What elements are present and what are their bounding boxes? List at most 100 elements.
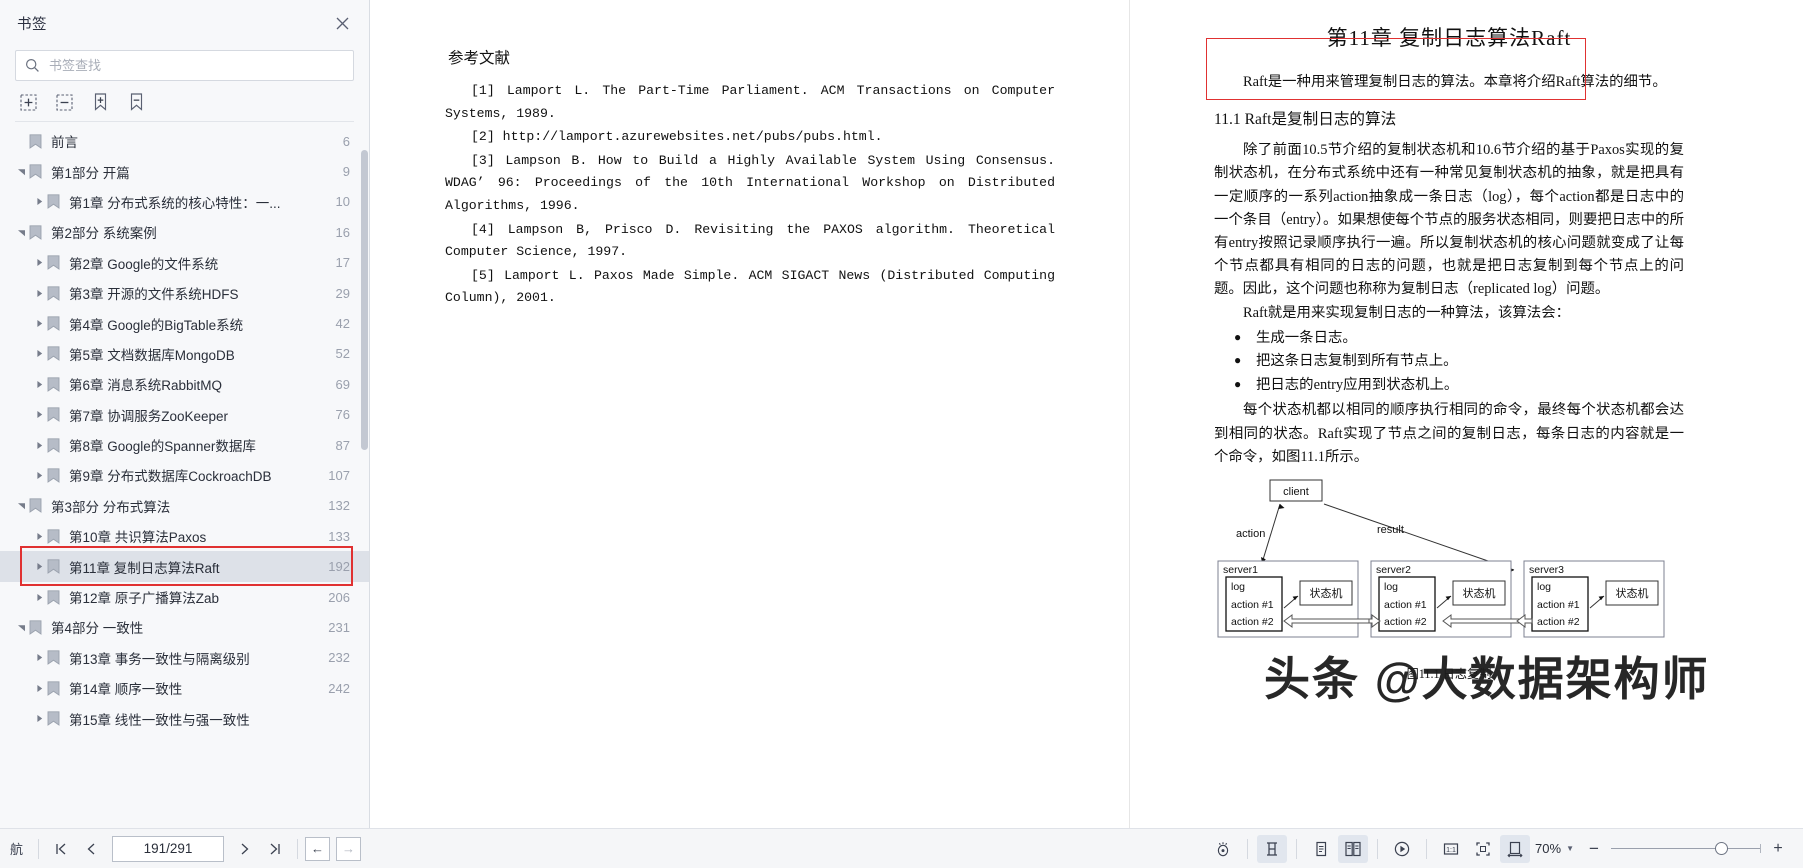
chevron-right-icon[interactable] (32, 289, 47, 298)
close-icon[interactable] (329, 10, 355, 36)
chevron-down-icon[interactable] (14, 501, 29, 510)
chevron-down-icon[interactable]: ▼ (1566, 844, 1574, 853)
zoom-level-value[interactable]: 70% (1535, 841, 1561, 856)
paragraph-3: 每个状态机都以相同的顺序执行相同的命令，最终每个状态机都会达到相同的状态。Raf… (1214, 402, 1684, 465)
chevron-right-icon[interactable] (32, 684, 47, 693)
collapse-all-button[interactable] (49, 88, 79, 116)
chevron-down-icon[interactable] (14, 623, 29, 632)
remove-bookmark-button[interactable] (121, 88, 151, 116)
bookmark-page-number: 42 (335, 316, 350, 332)
bookmark-item[interactable]: 前言 6 (0, 126, 369, 156)
chevron-right-icon[interactable] (32, 410, 47, 419)
play-slideshow-icon[interactable] (1387, 835, 1417, 863)
bookmark-item[interactable]: 第8章 Google的Spanner数据库 87 (0, 430, 369, 460)
actual-size-icon[interactable]: 1:1 (1436, 835, 1466, 863)
bookmark-page-number: 10 (335, 194, 350, 210)
zoom-in-button[interactable]: + (1767, 836, 1789, 862)
eye-protect-icon[interactable] (1208, 835, 1238, 863)
bookmark-icon (47, 468, 62, 483)
fit-height-icon[interactable] (1257, 834, 1288, 863)
bookmark-icon (47, 650, 62, 666)
bookmark-item[interactable]: 第10章 共识算法Paxos 133 (0, 521, 369, 551)
bookmark-icon (47, 589, 62, 605)
single-page-icon[interactable] (1306, 835, 1336, 863)
bookmarks-sidebar: 书签 书签查找 前言 6 第1部分 开篇 9 第1章 分布式系统的核心特性：一.… (0, 0, 370, 828)
chevron-right-icon[interactable] (32, 258, 47, 267)
chevron-right-icon[interactable] (32, 197, 47, 206)
svg-text:action #1: action #1 (1384, 599, 1427, 611)
zoom-out-button[interactable]: − (1583, 836, 1605, 862)
svg-text:log: log (1231, 581, 1245, 593)
bookmark-label: 前言 (51, 135, 78, 151)
expand-all-button[interactable] (13, 88, 43, 116)
bookmark-icon (47, 437, 62, 453)
bookmark-page-number: 133 (328, 528, 350, 544)
last-page-icon[interactable] (260, 835, 290, 863)
chevron-right-icon[interactable] (32, 349, 47, 358)
sidebar-scrollbar[interactable] (361, 150, 368, 450)
chevron-right-icon[interactable] (32, 532, 47, 541)
bookmark-item[interactable]: 第4部分 一致性 231 (0, 612, 369, 642)
search-container (0, 46, 369, 81)
chevron-right-icon[interactable] (32, 471, 47, 480)
add-bookmark-button[interactable] (85, 88, 115, 116)
bookmark-page-number: 29 (335, 285, 350, 301)
bookmark-item[interactable]: 第1部分 开篇 9 (0, 156, 369, 186)
chevron-right-icon[interactable] (32, 441, 47, 450)
zoom-slider[interactable] (1611, 836, 1761, 862)
bookmark-item[interactable]: 第5章 文档数据库MongoDB 52 (0, 339, 369, 369)
bookmark-item[interactable]: 第7章 协调服务ZooKeeper 76 (0, 400, 369, 430)
bookmark-search-box[interactable] (15, 50, 354, 81)
chevron-right-icon[interactable] (32, 653, 47, 662)
pdf-reader-window: 书签 书签查找 前言 6 第1部分 开篇 9 第1章 分布式系统的核心特性：一.… (0, 0, 1803, 868)
chevron-right-icon[interactable] (32, 380, 47, 389)
bookmark-item[interactable]: 第3部分 分布式算法 132 (0, 491, 369, 521)
page-left: 参考文献 [1] Lamport L. The Part-Time Parlia… (370, 0, 1130, 828)
zoom-slider-track (1611, 847, 1761, 850)
divider (38, 838, 40, 859)
next-page-icon[interactable] (230, 835, 260, 863)
bookmark-icon (29, 620, 44, 635)
chevron-down-icon[interactable] (14, 167, 29, 176)
bookmark-item[interactable]: 第1章 分布式系统的核心特性：一... 10 (0, 187, 369, 217)
chevron-right-icon[interactable] (32, 319, 47, 328)
bookmark-label: 第1章 分布式系统的核心特性：一... (69, 195, 281, 211)
bottom-toolbar: 航 191/291 ← → 1:1 70% ▼ − + (0, 828, 1803, 868)
bookmark-item[interactable]: 第14章 顺序一致性 242 (0, 673, 369, 703)
bookmark-label: 第5章 文档数据库MongoDB (69, 347, 235, 363)
algorithm-step: 生成一条日志。 (1214, 326, 1684, 351)
bookmark-item[interactable]: 第12章 原子广播算法Zab 206 (0, 582, 369, 612)
page-indicator[interactable]: 191/291 (112, 835, 225, 862)
bookmark-item[interactable]: 第9章 分布式数据库CockroachDB 107 (0, 460, 369, 490)
fit-width-icon[interactable] (1500, 834, 1531, 863)
bookmark-icon (29, 498, 44, 514)
reference-item: [3] Lampson B. How to Build a Highly Ava… (445, 152, 1055, 213)
chevron-right-icon[interactable] (32, 562, 47, 571)
bookmark-item[interactable]: 第13章 事务一致性与隔离级别 232 (0, 643, 369, 673)
prev-page-icon[interactable] (76, 835, 106, 863)
forward-arrow-icon[interactable]: → (336, 836, 362, 861)
back-arrow-icon[interactable]: ← (305, 836, 331, 861)
reference-item: [5] Lamport L. Paxos Made Simple. ACM SI… (445, 267, 1055, 306)
bookmark-item[interactable]: 第2部分 系统案例 16 (0, 217, 369, 247)
fit-page-icon[interactable] (1468, 835, 1498, 863)
bookmark-item[interactable]: 第15章 线性一致性与强一致性 (0, 703, 369, 733)
svg-text:action: action (1236, 528, 1265, 540)
references-list: [1] Lamport L. The Part-Time Parliament.… (445, 80, 1055, 311)
bookmark-item[interactable]: 第6章 消息系统RabbitMQ 69 (0, 369, 369, 399)
divider (297, 838, 299, 859)
bookmark-item[interactable]: 第4章 Google的BigTable系统 42 (0, 308, 369, 338)
double-page-icon[interactable] (1338, 834, 1369, 863)
chevron-right-icon[interactable] (32, 593, 47, 602)
bookmark-item[interactable]: 第3章 开源的文件系统HDFS 29 (0, 278, 369, 308)
chevron-down-icon[interactable] (14, 228, 29, 237)
first-page-icon[interactable] (46, 835, 76, 863)
bookmark-item[interactable]: 第2章 Google的文件系统 17 (0, 248, 369, 278)
zoom-slider-handle[interactable] (1715, 842, 1728, 855)
page-navigation-group: 航 191/291 ← → (0, 829, 367, 868)
search-input[interactable] (49, 58, 344, 73)
bookmark-icon (47, 559, 62, 575)
reference-item: [4] Lampson B, Prisco D. Revisiting the … (445, 221, 1055, 260)
chevron-right-icon[interactable] (32, 714, 47, 723)
bookmark-item-selected[interactable]: 第11章 复制日志算法Raft 192 (0, 551, 369, 582)
